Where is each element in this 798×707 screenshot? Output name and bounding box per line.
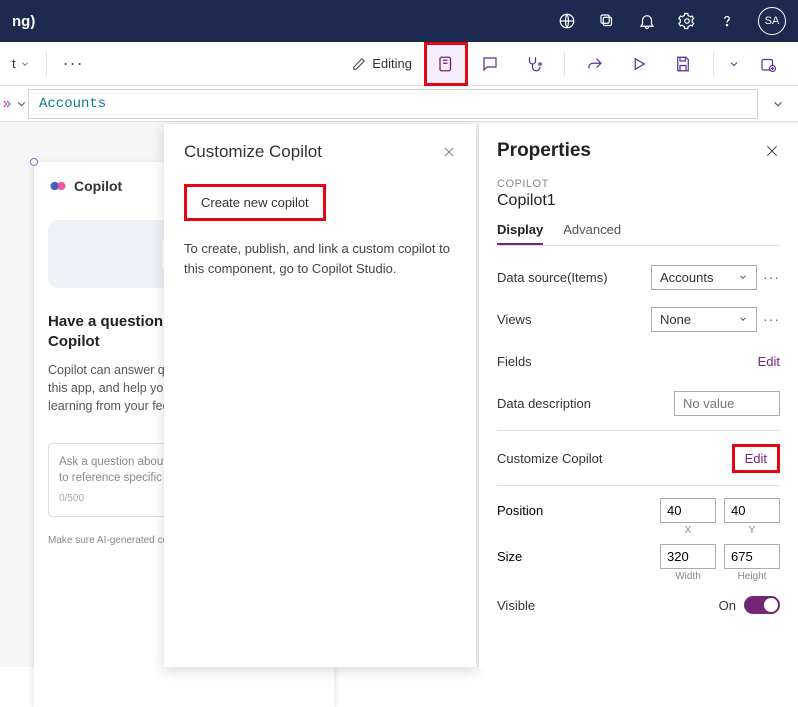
copy-icon[interactable] [598, 12, 616, 30]
help-icon[interactable] [718, 12, 736, 30]
fields-label: Fields [497, 354, 532, 369]
more-icon[interactable]: ··· [763, 269, 780, 285]
size-height-input[interactable] [724, 544, 780, 569]
position-label: Position [497, 498, 543, 518]
formula-input[interactable]: Accounts [28, 89, 758, 119]
divider [497, 485, 780, 486]
views-select[interactable]: None [651, 307, 757, 332]
properties-panel: Properties COPILOT Copilot1 Display Adva… [478, 124, 798, 667]
data-description-label: Data description [497, 396, 591, 411]
copilot-icon [48, 176, 68, 196]
size-width-label: Width [675, 571, 701, 582]
more-button[interactable]: ··· [55, 49, 92, 78]
editing-button[interactable]: Editing [340, 42, 424, 86]
settings-icon[interactable] [678, 12, 696, 30]
position-y-input[interactable] [724, 498, 780, 523]
customize-copilot-panel: Customize Copilot Create new copilot To … [164, 124, 476, 667]
tab-display[interactable]: Display [497, 222, 543, 245]
create-new-copilot-button[interactable]: Create new copilot [184, 184, 326, 221]
formula-expand[interactable] [758, 97, 798, 111]
customize-title: Customize Copilot [184, 142, 322, 162]
save-button[interactable] [661, 42, 705, 86]
position-x-label: X [685, 525, 692, 536]
formula-bar: Accounts [0, 86, 798, 122]
data-source-label: Data source(Items) [497, 270, 608, 285]
data-source-value: Accounts [660, 270, 713, 285]
stethoscope-button[interactable] [512, 42, 556, 86]
close-icon[interactable] [764, 143, 780, 159]
customize-desc: To create, publish, and link a custom co… [184, 239, 456, 278]
divider [46, 52, 47, 76]
comment-button[interactable] [468, 42, 512, 86]
copilot-label: Copilot [74, 178, 122, 194]
data-description-input[interactable] [674, 391, 780, 416]
customize-copilot-label: Customize Copilot [497, 451, 603, 466]
divider [713, 52, 714, 76]
visible-label: Visible [497, 598, 535, 613]
app-title: ng) [12, 13, 35, 30]
fields-edit-link[interactable]: Edit [758, 354, 780, 369]
divider [564, 52, 565, 76]
play-button[interactable] [617, 42, 661, 86]
environment-icon[interactable] [558, 12, 576, 30]
copilot-toolbar-button[interactable] [424, 42, 468, 86]
more-icon[interactable]: ··· [763, 311, 780, 327]
dropdown-stub[interactable]: t [4, 52, 38, 75]
share-button[interactable] [573, 42, 617, 86]
toolbar: t ··· Editing [0, 42, 798, 86]
customize-copilot-edit-link[interactable]: Edit [732, 444, 780, 473]
notification-icon[interactable] [638, 12, 656, 30]
views-value: None [660, 312, 691, 327]
size-height-label: Height [738, 571, 767, 582]
properties-tabs: Display Advanced [497, 222, 780, 246]
properties-title: Properties [497, 140, 591, 162]
selection-handle[interactable] [30, 158, 38, 166]
editing-label: Editing [372, 56, 412, 71]
chevron-down-button[interactable] [722, 42, 746, 86]
size-label: Size [497, 544, 522, 564]
avatar[interactable]: SA [758, 7, 786, 35]
position-y-label: Y [749, 525, 756, 536]
component-name: Copilot1 [497, 192, 780, 210]
close-icon[interactable] [442, 145, 456, 159]
app-header: ng) SA [0, 0, 798, 42]
position-x-input[interactable] [660, 498, 716, 523]
visible-value: On [719, 598, 736, 613]
size-width-input[interactable] [660, 544, 716, 569]
divider [497, 430, 780, 431]
views-label: Views [497, 312, 531, 327]
tab-advanced[interactable]: Advanced [563, 222, 621, 245]
publish-button[interactable] [746, 42, 790, 86]
dropdown-stub-label: t [12, 56, 16, 71]
visible-toggle[interactable] [744, 596, 780, 614]
formula-icon[interactable] [0, 97, 28, 111]
component-type: COPILOT [497, 178, 780, 190]
data-source-select[interactable]: Accounts [651, 265, 757, 290]
